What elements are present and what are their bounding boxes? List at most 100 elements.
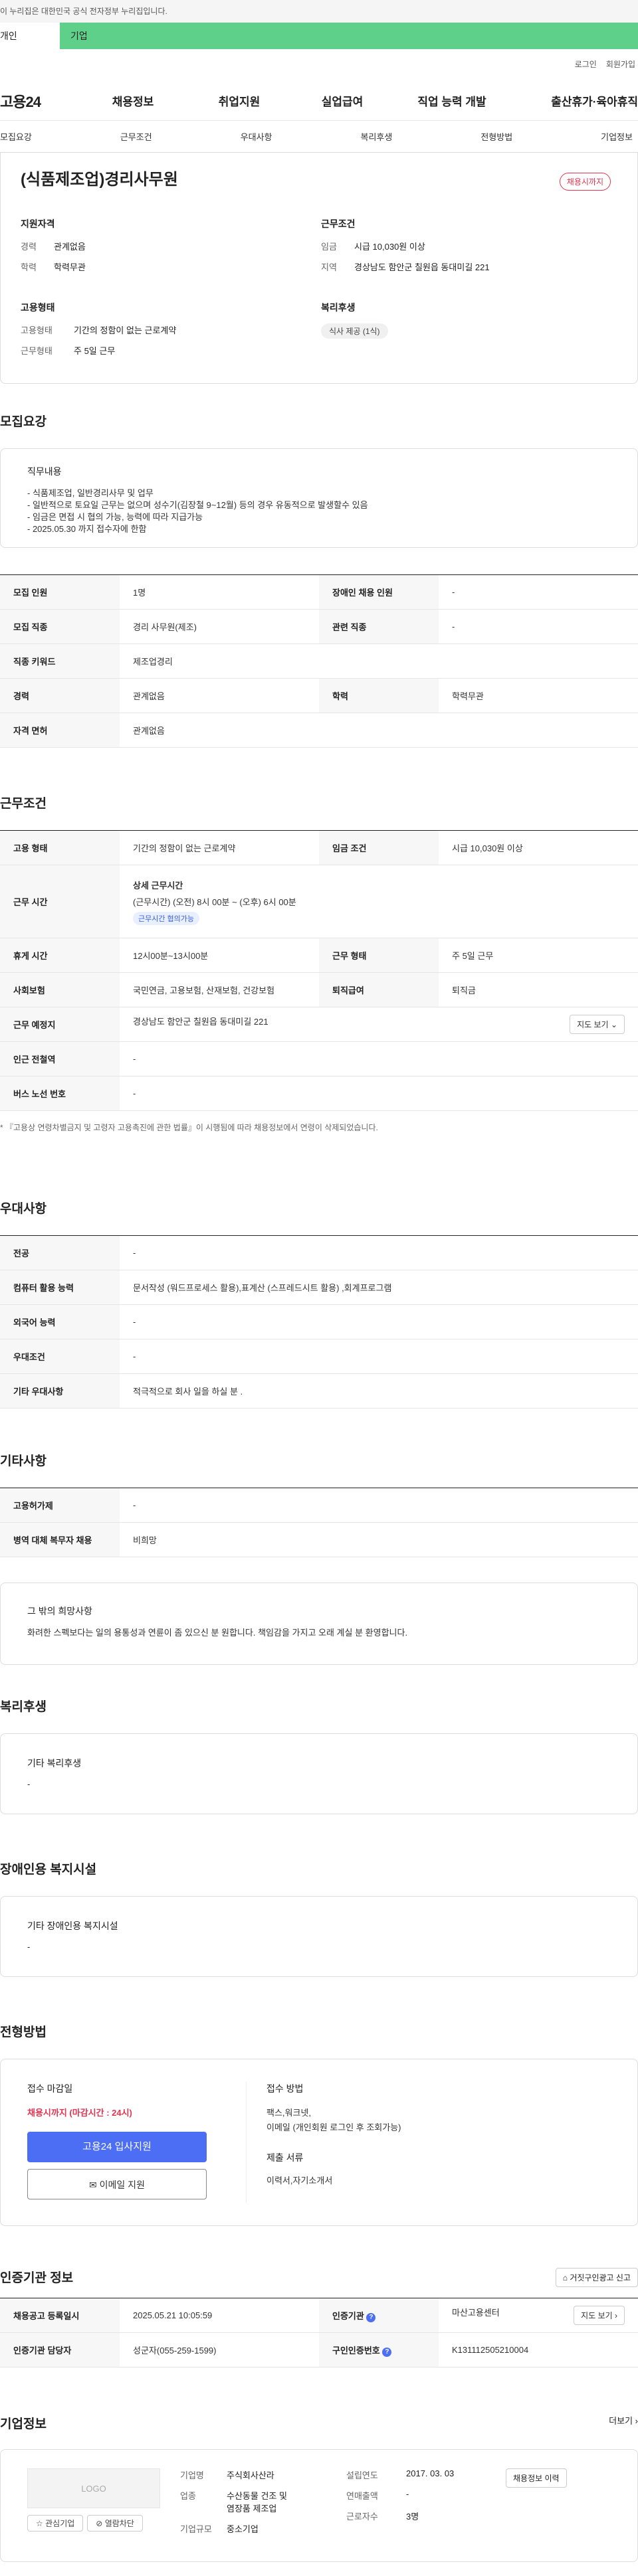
hiring-history-button[interactable]: 채용정보 이력	[506, 2468, 567, 2488]
cell-label: 고용허가제	[0, 1488, 120, 1523]
selection-heading: 전형방법	[0, 2025, 47, 2039]
gnb-item-parental-leave[interactable]: 출산휴가·육아휴직	[512, 92, 638, 109]
cell-label: 구인인증번호 ?	[319, 2332, 439, 2367]
duty-line: - 일반적으로 토요일 근무는 없으며 성수기(김장철 9~12월) 등의 경우…	[27, 500, 368, 510]
email-apply-button[interactable]: ✉ 이메일 지원	[27, 2169, 207, 2199]
cert-num-label: 구인인증번호	[332, 2345, 380, 2356]
table-row: 근무 예정지 경상남도 함안군 칠원읍 동대미길 221 지도 보기 ⌄	[0, 1007, 638, 1042]
section-nav-recruit[interactable]: 모집요강	[0, 130, 32, 143]
benefit-section: 복리후생 기타 복리후생 -	[0, 1697, 638, 1814]
block-icon: ⊘	[96, 2519, 103, 2528]
cell-label: 근무 예정지	[0, 1007, 120, 1042]
founded-label: 설립연도	[346, 2470, 378, 2480]
duty-line: - 식품제조업, 일반경리사무 및 업무	[27, 488, 154, 498]
cell-label: 전공	[0, 1235, 120, 1270]
method-value-2: 이메일 (개인회원 로그인 후 조회가능)	[266, 2122, 401, 2132]
util-links: 로그인 회원가입	[0, 49, 638, 69]
email-apply-label: 이메일 지원	[99, 2180, 145, 2190]
section-nav-company[interactable]: 기업정보	[601, 130, 633, 143]
table-row: 외국어 능력 -	[0, 1304, 638, 1339]
gnb-item-employment-support[interactable]: 취업지원	[186, 92, 292, 109]
cell-value: 적극적으로 회사 일을 하실 분 .	[120, 1373, 638, 1409]
info-icon[interactable]: ?	[382, 2347, 392, 2357]
cell-label: 장애인 채용 인원	[319, 574, 439, 610]
work-time-negotiable-chip: 근무시간 협의가능	[133, 911, 200, 925]
block-label: 열람차단	[104, 2519, 134, 2528]
company-logo: LOGO	[27, 2468, 160, 2508]
company-more-link[interactable]: 더보기 ›	[609, 2414, 638, 2427]
map-button[interactable]: 지도 보기 ⌄	[570, 1015, 625, 1034]
sales-label: 연매출액	[346, 2491, 378, 2501]
cell-value: 시급 10,030원 이상	[439, 830, 638, 865]
global-nav: 고용24 채용정보 취업지원 실업급여 직업 능력 개발 출산휴가·육아휴직	[0, 81, 638, 121]
tab-individual[interactable]: 개인	[0, 23, 60, 49]
table-row: 컴퓨터 활용 능력 문서작성 (워드프로세스 활용),표계산 (스프레드시트 활용…	[0, 1270, 638, 1305]
cell-value: 제조업경리	[120, 644, 638, 679]
gnb-item-jobs[interactable]: 채용정보	[80, 92, 186, 109]
favorite-company-button[interactable]: ☆ 관심기업	[27, 2515, 84, 2532]
section-nav-conditions[interactable]: 근무조건	[120, 130, 152, 143]
work-condition-heading: 근무조건	[321, 218, 356, 229]
apply-button[interactable]: 고용24 입사지원	[27, 2132, 207, 2162]
work-place-cell: 경상남도 함안군 칠원읍 동대미길 221 지도 보기 ⌄	[120, 1007, 638, 1042]
sales-value: -	[406, 2489, 409, 2499]
work-place-value: 경상남도 함안군 칠원읍 동대미길 221	[133, 1017, 268, 1027]
wish-box: 그 밖의 희망사항 화려한 스펙보다는 일의 용통성과 연륜이 좀 있으신 분 …	[0, 1583, 638, 1665]
cell-value: -	[120, 1488, 638, 1523]
table-row: 모집 직종 경리 사무원(제조) 관련 직종 -	[0, 609, 638, 644]
company-more-label: 더보기	[609, 2416, 633, 2426]
section-nav-selection[interactable]: 전형방법	[480, 130, 512, 143]
preference-section: 우대사항 전공 - 컴퓨터 활용 능력 문서작성 (워드프로세스 활용),표계산 (…	[0, 1199, 638, 1409]
table-row: 휴게 시간 12시00분~13시00분 근무 형태 주 5일 근무	[0, 938, 638, 973]
welfare-chip: 식사 제공 (1식)	[321, 323, 388, 339]
work-form-label: 근무형태	[21, 346, 53, 356]
cell-value: -	[120, 1339, 638, 1374]
cell-value: 경리 사무원(제조)	[120, 609, 319, 644]
method-heading: 접수 방법	[266, 2083, 304, 2094]
site-logo[interactable]: 고용24	[0, 90, 80, 112]
benefit-heading: 복리후생	[0, 1700, 47, 1714]
report-button[interactable]: ⌂ 거짓구인광고 신고	[555, 2268, 638, 2287]
gnb-item-skill-development[interactable]: 직업 능력 개발	[392, 92, 512, 109]
table-row: 직종 키워드 제조업경리	[0, 644, 638, 679]
join-link[interactable]: 회원가입	[606, 58, 635, 69]
employment-type-heading: 고용형태	[21, 302, 55, 313]
preference-table: 전공 - 컴퓨터 활용 능력 문서작성 (워드프로세스 활용),표계산 (스프레드시…	[0, 1235, 638, 1409]
cell-label: 고용 형태	[0, 830, 120, 865]
cell-value: K131112505210004	[439, 2332, 638, 2367]
tab-enterprise[interactable]: 기업	[60, 23, 638, 49]
etc-table: 고용허가제 - 병역 대체 복무자 채용 비희망	[0, 1488, 638, 1557]
cell-label: 버스 노선 번호	[0, 1076, 120, 1111]
favorite-label: 관심기업	[45, 2519, 75, 2528]
area-label: 지역	[321, 262, 337, 272]
table-row: 경력 관계없음 학력 학력무관	[0, 678, 638, 713]
job-title: (식품제조업)경리사무원	[21, 171, 178, 189]
duty-heading: 직무내용	[27, 466, 62, 477]
section-nav-benefits[interactable]: 복리후생	[360, 130, 392, 143]
cell-label: 컴퓨터 활용 능력	[0, 1270, 120, 1305]
deadline-badge: 채용시까지	[559, 173, 611, 191]
selection-box: 접수 마감일 채용시까지 (마감시간 : 24시) 고용24 입사지원 ✉ 이메…	[0, 2059, 638, 2226]
gnb-item-unemployment-benefit[interactable]: 실업급여	[292, 92, 392, 109]
cell-label: 임금 조건	[319, 830, 439, 865]
company-name-value: 주식회사산라	[227, 2470, 274, 2480]
conditions-heading: 근무조건	[0, 797, 47, 811]
info-icon[interactable]: ?	[366, 2312, 376, 2322]
block-company-button[interactable]: ⊘ 열람차단	[87, 2515, 143, 2532]
work-time-value: (근무시간) (오전) 8시 00분 ~ (오후) 6시 00분	[133, 897, 296, 907]
cell-value: -	[439, 574, 638, 610]
cell-value: 성군자(055-259-1599)	[120, 2332, 319, 2367]
disability-heading: 장애인용 복지시설	[0, 1863, 97, 1877]
duty-box: 직무내용 - 식품제조업, 일반경리사무 및 업무 - 일반적으로 토요일 근무…	[0, 448, 638, 548]
company-section: 기업정보 더보기 › LOGO ☆ 관심기업 ⊘ 열람차단 기업명 주식회사산라 …	[0, 2414, 638, 2562]
cert-map-button[interactable]: 지도 보기 ›	[574, 2306, 625, 2325]
wish-heading: 그 밖의 희망사항	[27, 1606, 92, 1616]
employees-value: 3명	[406, 2512, 419, 2522]
login-link[interactable]: 로그인	[575, 58, 597, 69]
section-nav-preference[interactable]: 우대사항	[241, 130, 272, 143]
benefit-box-value: -	[27, 1779, 31, 1789]
area-value: 경상남도 함안군 칠원읍 동대미길 221	[354, 262, 490, 272]
conditions-section: 근무조건 고용 형태 기간의 정함이 없는 근로계약 임금 조건 시급 10,030원…	[0, 794, 638, 1133]
cell-value: 학력무관	[439, 678, 638, 713]
recruit-table: 모집 인원 1명 장애인 채용 인원 - 모집 직종 경리 사무원(제조) 관련 직종 - …	[0, 574, 638, 748]
